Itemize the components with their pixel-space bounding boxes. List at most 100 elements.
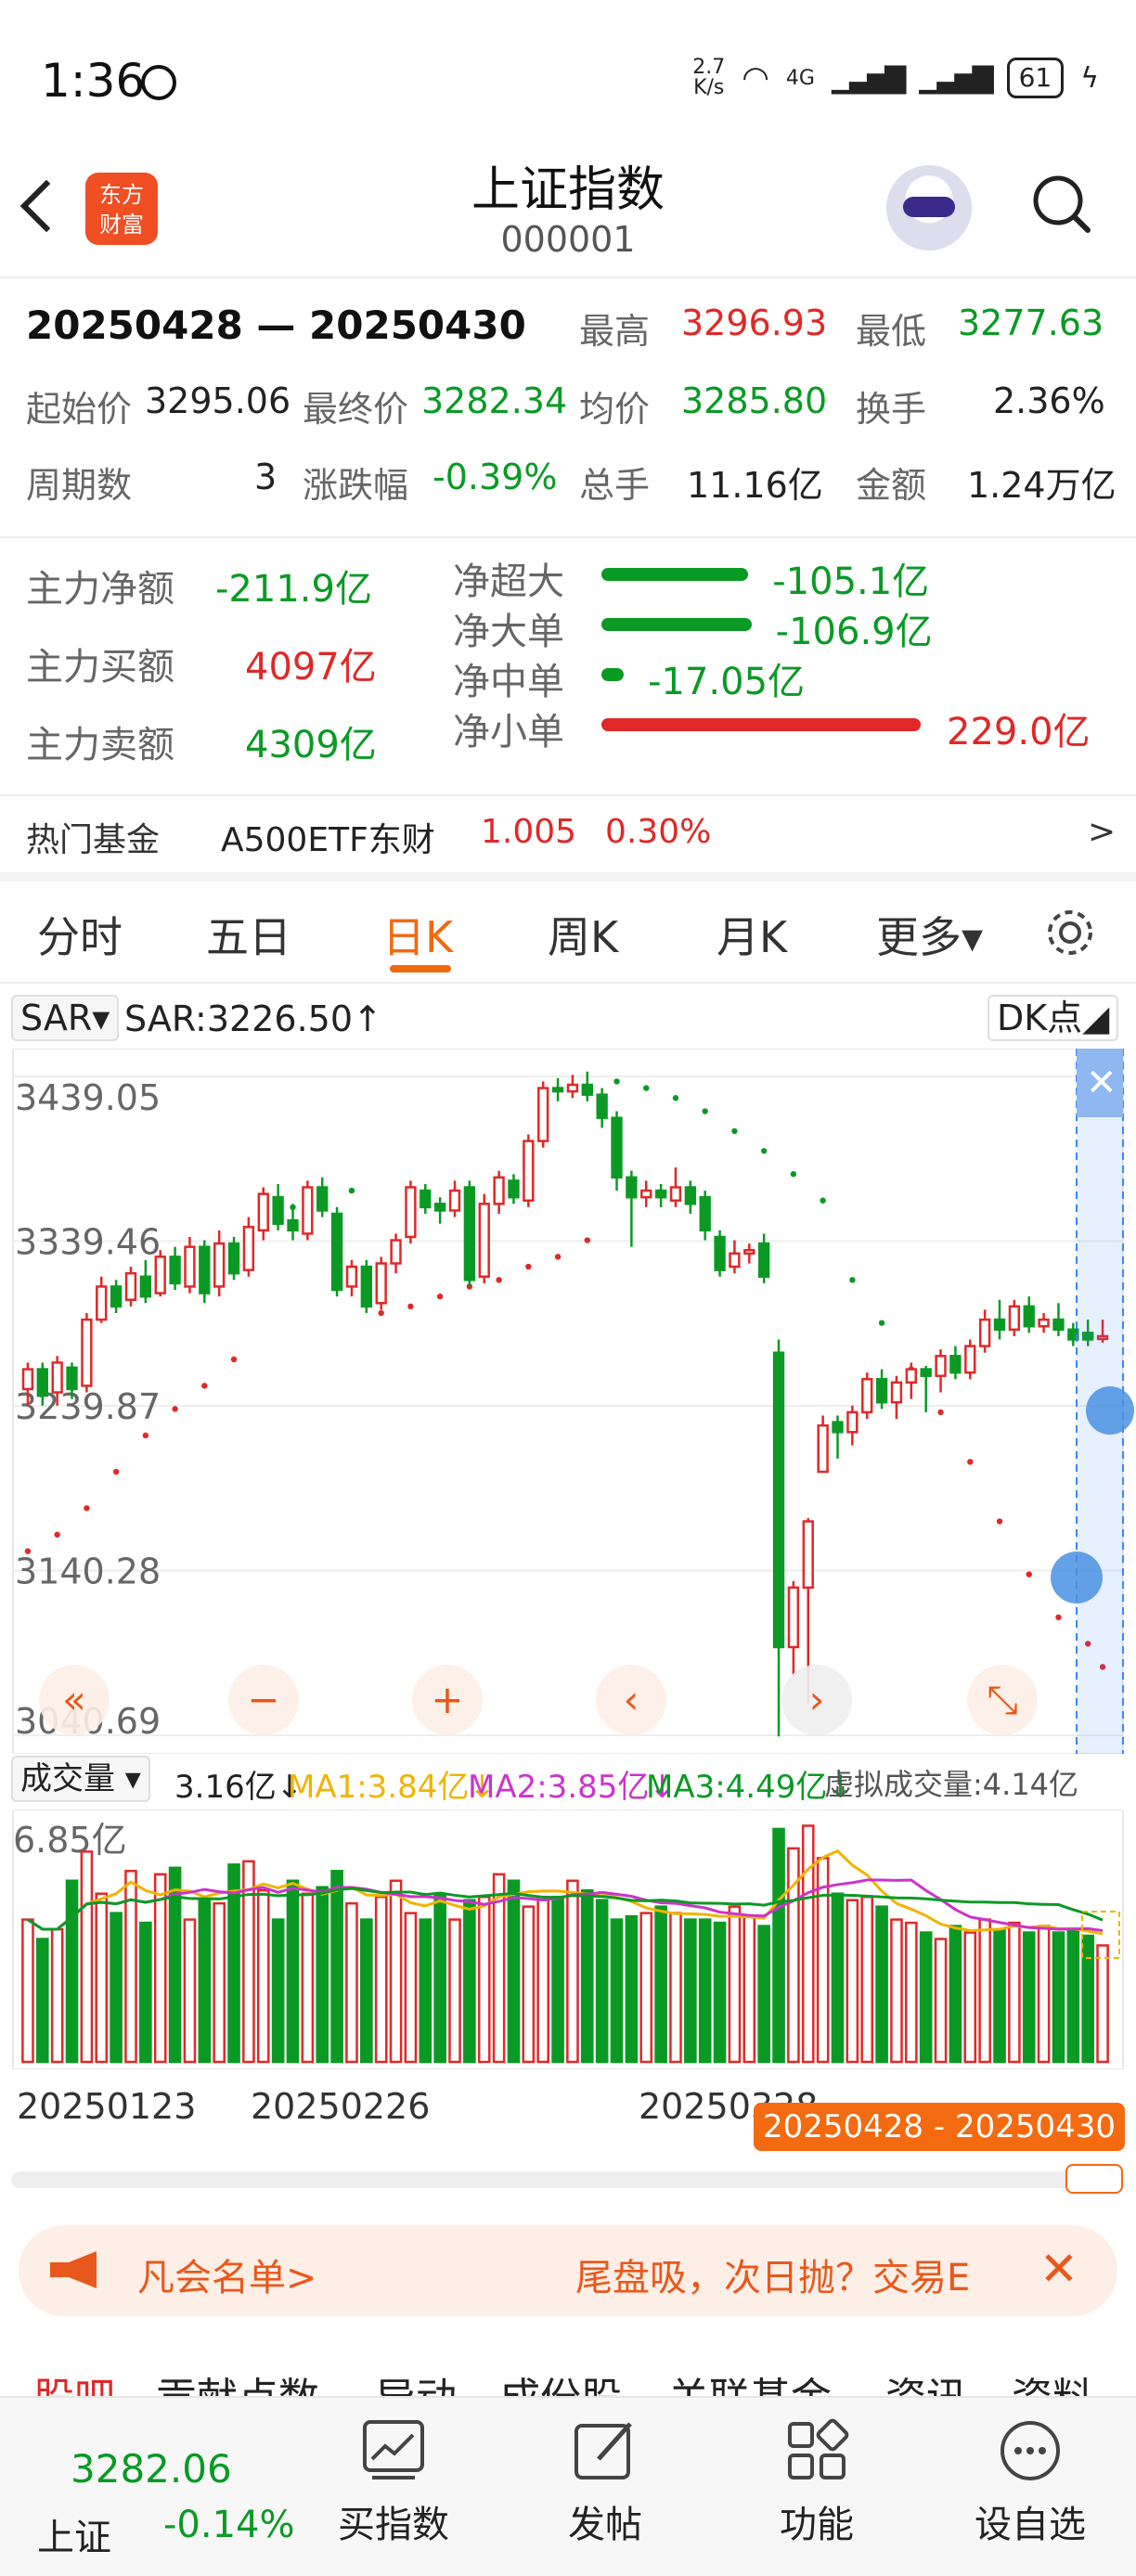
candle-body [581,1083,593,1096]
candle-body [287,1218,299,1232]
hot-fund-price: 1.005 [481,813,577,851]
y-tick-label: 3239.87 [15,1386,161,1427]
volume-bar [198,1899,212,2064]
y-tick-label: 3140.28 [15,1552,161,1592]
post-button[interactable]: 发帖 [531,2407,679,2548]
chevron-right-icon[interactable]: > [1088,813,1116,851]
hot-fund-name: A500ETF东财 [221,821,435,859]
sar-dot [1026,1571,1032,1578]
dk-point-button[interactable]: DK点◢ [988,995,1119,1041]
volume-bar [477,1895,491,2064]
add-watchlist-button[interactable]: 设自选 [956,2407,1104,2548]
volume-bar [21,1918,34,2064]
volume-bar [566,1879,579,2064]
volume-select[interactable]: 成交量 ▾ [11,1756,150,1802]
functions-button[interactable]: 功能 [742,2407,891,2548]
tab-daily-k[interactable]: 日K [382,904,453,965]
tab-intraday[interactable]: 分时 [37,904,123,965]
volume-max-label: 6.85亿 [13,1820,127,1861]
chart-control-icon: ‹ [624,1677,639,1722]
candle-body [51,1361,63,1394]
bottom-bar: 3282.06 上证 -0.14% 买指数 发帖 功能 设自选 [0,2396,1136,2576]
volume-bar [256,1888,270,2064]
volume-bar [139,1921,152,2064]
candle-body [626,1176,638,1199]
quote-change: -0.14% [163,2504,295,2546]
chart-control-icon: « [62,1677,86,1722]
flow-item-label: 净中单 [453,661,564,703]
volume-bar [831,1892,845,2064]
candle-body [758,1242,770,1278]
volume-bar [772,1827,785,2064]
tab-weekly-k[interactable]: 周K [548,904,618,965]
candle-body [448,1189,461,1212]
sar-dot [54,1531,60,1538]
volume-chart[interactable]: 6.85亿 [0,1809,1136,2070]
chart-scrollbar[interactable] [11,2164,1123,2194]
settings-gear-icon[interactable] [1043,906,1097,960]
tab-more[interactable]: 更多▾ [876,904,983,965]
edit-icon [573,2418,638,2483]
banner-right-text[interactable]: 尾盘吸，次日抛？交易E [575,2248,970,2301]
buy-index-button[interactable]: 买指数 [319,2407,468,2548]
candle-body [36,1368,48,1397]
sar-dot [230,1356,238,1363]
promo-banner[interactable]: 凡会名单> 尾盘吸，次日抛？交易E ✕ [19,2225,1117,2316]
indicator-bar: SAR▾ SAR:3226.50↑ DK点◢ [0,991,1136,1047]
sar-dot [613,1078,620,1085]
banner-left-text[interactable]: 凡会名单> [137,2248,317,2301]
volume-bar [35,1938,49,2064]
main-buy-label: 主力买额 [26,646,174,689]
volume-bar [95,1892,109,2064]
hot-fund-change: 0.30% [605,813,712,851]
flow-item-label: 净小单 [453,711,564,753]
volume-value: 11.16亿 [687,465,823,506]
sar-dot [760,1148,768,1154]
volume-bar [316,1886,329,2064]
indicator-select[interactable]: SAR▾ [11,995,120,1041]
kline-svg[interactable]: 3439.053339.463239.873140.283040.69✕«−+‹… [0,1048,1136,1755]
sar-dot [643,1085,650,1091]
volume-svg[interactable]: 6.85亿 [0,1809,1136,2070]
drag-handle-icon [1086,1386,1134,1435]
candle-body [330,1212,343,1292]
volume-bar [610,1918,624,2064]
megaphone-icon [50,2251,97,2288]
kline-chart[interactable]: 3439.053339.463239.873140.283040.69✕«−+‹… [0,1048,1136,1755]
sar-dot [172,1406,178,1412]
volume-bar [213,1901,226,2064]
close-icon[interactable]: ✕ [1039,2242,1078,2296]
tab-five-day[interactable]: 五日 [206,904,291,965]
sar-dot [967,1459,974,1465]
scroll-handle[interactable] [1065,2164,1123,2194]
candle-body [743,1248,755,1256]
y-tick-label: 3439.05 [15,1077,161,1118]
search-icon[interactable] [1030,173,1091,234]
candle-body [832,1421,844,1434]
candle-body [596,1093,608,1119]
fund-flow-panel: 主力净额 -211.9亿 主力买额 4097亿 主力卖额 4309亿 净超大 -1… [0,540,1136,781]
turnover-label: 换手 [856,389,927,430]
hot-fund-row[interactable]: 热门基金 A500ETF东财 1.005 0.30% > [0,794,1136,872]
candle-body [935,1355,947,1377]
candle-body [184,1245,196,1288]
volume-bar [801,1824,815,2064]
sar-dot [112,1468,120,1475]
volume-bar [684,1918,697,2064]
tab-monthly-k[interactable]: 月K [716,904,787,965]
volume-bar [669,1912,682,2064]
volume-bar [301,1892,315,2064]
sar-dot [554,1254,562,1260]
candle-body [654,1189,667,1199]
assistant-avatar-icon[interactable] [886,165,972,251]
volume-bar [110,1912,123,2064]
period-label: 周期数 [26,465,133,506]
candle-body [316,1186,329,1212]
sar-dot [201,1383,208,1389]
charging-icon: ϟ [1080,61,1099,95]
chart-control-icon: ⤡ [987,1677,1018,1722]
chart-control-icon: › [809,1677,825,1722]
y-tick-label: 3339.46 [15,1222,161,1263]
flow-item-value: -106.9亿 [775,611,933,653]
volume-bar [919,1931,933,2064]
